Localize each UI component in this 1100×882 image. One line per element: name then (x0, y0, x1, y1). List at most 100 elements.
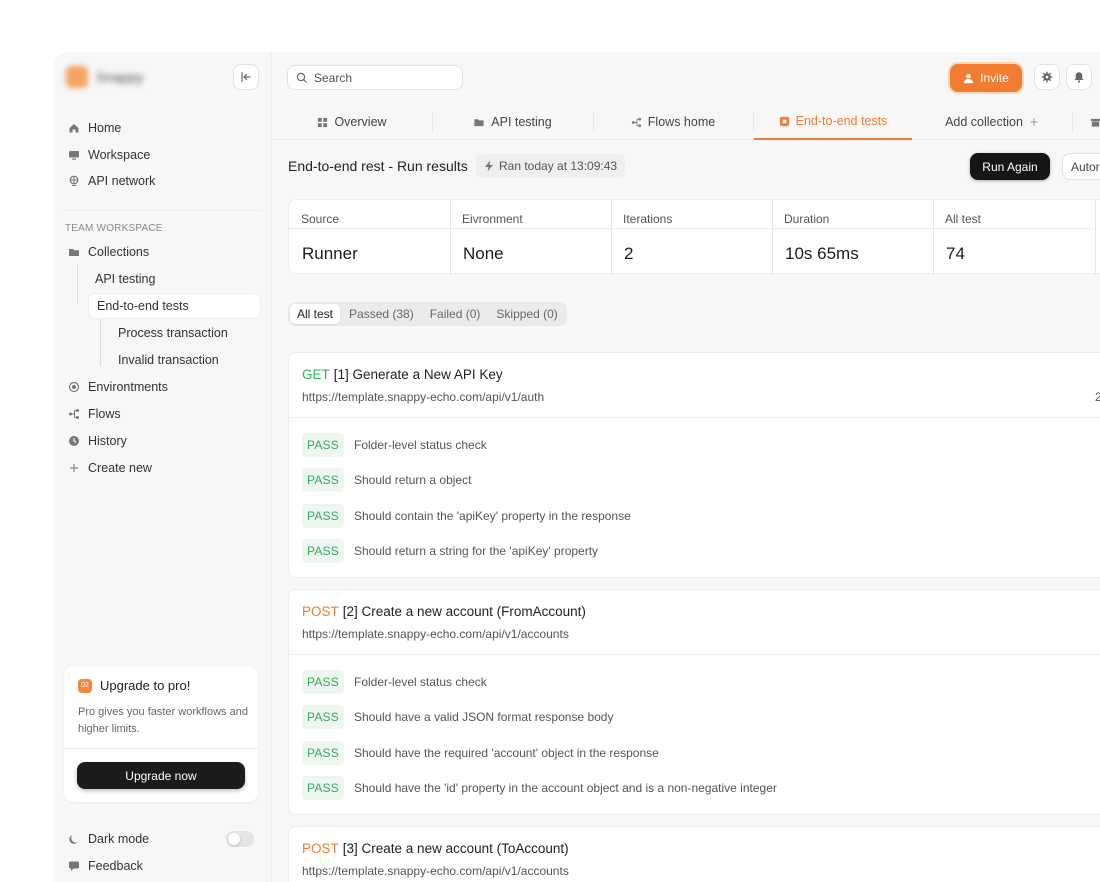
test-row: PASS Should contain the 'apiKey' propert… (302, 504, 631, 528)
stat-value: Runner (302, 244, 358, 263)
sidebar-item-label: Workspace (88, 148, 151, 162)
square-icon (779, 116, 789, 126)
status-badge: PASS (302, 433, 344, 457)
stat-value: 10s 65ms (785, 244, 859, 263)
archive-icon (1090, 118, 1100, 127)
sidebar-item-home[interactable]: Home (68, 117, 121, 139)
sidebar-item-api-network[interactable]: API network (68, 170, 155, 192)
request-name: [3] Create a new account (ToAccount) (342, 841, 569, 856)
sidebar-item-environments[interactable]: Environtments (68, 376, 168, 398)
collapse-sidebar-button[interactable] (233, 64, 259, 90)
stat-value: 2 (624, 244, 634, 263)
test-name: Should return a string for the 'apiKey' … (354, 544, 599, 558)
monitor-icon (68, 149, 80, 161)
upgrade-now-button[interactable]: Upgrade now (77, 762, 245, 789)
test-name: Should return a object (354, 473, 472, 487)
tab-end-to-end-tests[interactable]: End-to-end tests (754, 104, 912, 140)
feedback-icon (68, 860, 80, 872)
automate-button[interactable]: Autor (1062, 153, 1100, 180)
stat-value: None (463, 244, 504, 263)
tab-label: End-to-end tests (795, 114, 888, 128)
request-card[interactable]: POST [2] Create a new account (FromAccou… (288, 589, 1100, 815)
tree-item-end-to-end-tests[interactable]: End-to-end tests (89, 294, 260, 318)
search-placeholder: Search (314, 70, 353, 85)
notifications-button[interactable] (1066, 64, 1092, 90)
tab-overview[interactable]: Overview (272, 104, 432, 140)
dark-mode-toggle[interactable] (226, 831, 254, 847)
flow-icon (631, 117, 641, 127)
stat-source: Source Runner (289, 200, 450, 275)
status-badge: PASS (302, 776, 344, 800)
stat-divider (772, 228, 933, 229)
moon-icon (68, 833, 80, 845)
tab-label: Overview (334, 115, 387, 129)
tree-item-label: Process transaction (118, 326, 228, 340)
sidebar-item-collections[interactable]: Collections (68, 241, 149, 263)
request-url: https://template.snappy-echo.com/api/v1/… (302, 627, 569, 641)
tab-flows-home[interactable]: Flows home (593, 104, 753, 140)
tree-item-label: Invalid transaction (118, 353, 219, 367)
bell-icon (1074, 72, 1084, 83)
stat-divider (611, 228, 772, 229)
tab-label: API testing (491, 115, 552, 129)
filter-skipped[interactable]: Skipped (0) (489, 304, 564, 324)
test-name: Should have the required 'account' objec… (354, 746, 659, 760)
test-row: PASS Should have a valid JSON format res… (302, 705, 613, 729)
stat-label: Iterations (623, 212, 673, 226)
tree-item-process-transaction[interactable]: Process transaction (118, 321, 228, 345)
sidebar-item-flows[interactable]: Flows (68, 403, 121, 425)
request-name: [1] Generate a New API Key (333, 367, 503, 382)
filter-passed[interactable]: Passed (38) (342, 304, 421, 324)
run-timestamp-chip: Ran today at 13:09:43 (476, 154, 626, 178)
request-meta: 2 (1095, 390, 1100, 404)
request-card[interactable]: GET [1] Generate a New API Key https://t… (288, 352, 1100, 578)
sidebar-item-label: Collections (88, 245, 150, 259)
stat-value: 74 (946, 244, 965, 263)
brand-logo (66, 66, 88, 88)
tab-bar: Overview API testing Flows home End-to-e… (272, 104, 1100, 140)
brand[interactable]: Snappy (66, 66, 143, 88)
sidebar-item-workspace[interactable]: Workspace (68, 144, 150, 166)
test-row: PASS Should return a string for the 'api… (302, 539, 598, 563)
tree-line (77, 264, 78, 304)
filter-failed[interactable]: Failed (0) (423, 304, 488, 324)
request-divider (289, 654, 1100, 655)
tab-add-collection[interactable]: Add collection (912, 104, 1072, 140)
stat-environment: Eivronment None (450, 200, 611, 275)
stat-separator (1095, 200, 1096, 275)
tree-item-api-testing[interactable]: API testing (95, 267, 155, 291)
tree-item-invalid-transaction[interactable]: Invalid transaction (118, 348, 219, 372)
folder-icon (68, 246, 80, 258)
test-name: Should contain the 'apiKey' property in … (354, 509, 631, 523)
tab-api-testing[interactable]: API testing (432, 104, 593, 140)
sidebar-item-history[interactable]: History (68, 430, 127, 452)
request-url: https://template.snappy-echo.com/api/v1/… (302, 390, 545, 404)
run-summary-stats: Source Runner Eivronment None Iterations… (288, 199, 1100, 275)
run-again-button[interactable]: Run Again (970, 153, 1050, 180)
sidebar-item-create-new[interactable]: Create new (68, 457, 152, 479)
tab-more[interactable] (1080, 104, 1100, 140)
sidebar-item-label: History (88, 434, 127, 448)
upgrade-badge-icon: 02 (78, 678, 92, 693)
stat-label: Eivronment (462, 212, 523, 226)
stat-label: Duration (784, 212, 830, 226)
stat-iterations: Iterations 2 (611, 200, 772, 275)
sidebar-divider (62, 210, 262, 211)
request-title: POST [3] Create a new account (ToAccount… (302, 841, 569, 856)
filter-all-test[interactable]: All test (290, 304, 341, 324)
flow-icon (68, 408, 80, 420)
upgrade-title-text: Upgrade to pro! (100, 678, 191, 693)
request-card[interactable]: POST [3] Create a new account (ToAccount… (288, 826, 1100, 882)
settings-button[interactable] (1034, 64, 1060, 90)
stat-label: All test (945, 212, 982, 226)
tab-label: Flows home (647, 115, 716, 129)
tab-label: Add collection (945, 115, 1023, 129)
sidebar-item-feedback[interactable]: Feedback (68, 855, 143, 877)
search-icon (296, 72, 307, 83)
upgrade-description: Pro gives you faster workflows and highe… (78, 706, 248, 735)
status-badge: PASS (302, 705, 344, 729)
search-input[interactable]: Search (287, 65, 463, 90)
status-badge: PASS (302, 670, 344, 694)
stat-divider (289, 228, 450, 229)
invite-button[interactable]: Invite (950, 64, 1022, 92)
